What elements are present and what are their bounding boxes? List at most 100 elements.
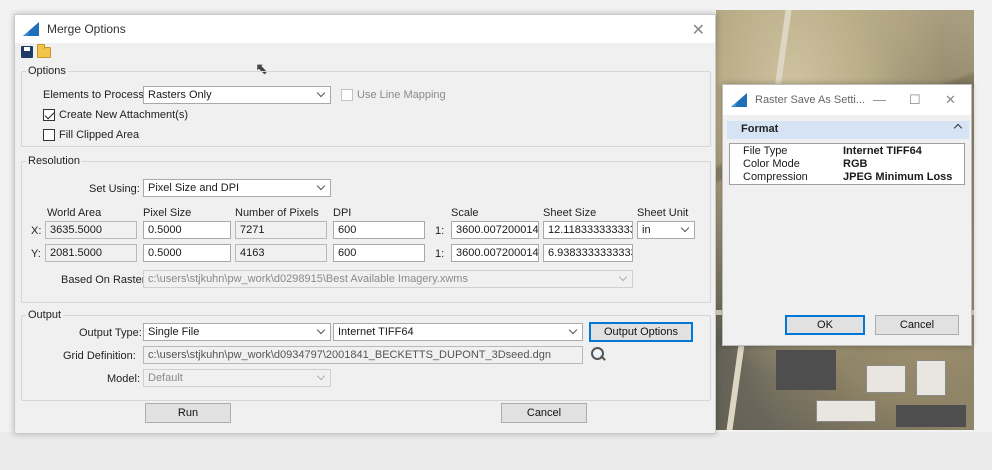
maximize-icon[interactable]: ☐ — [909, 92, 921, 108]
chevron-down-icon — [570, 327, 578, 335]
use-line-mapping-label: Use Line Mapping — [357, 89, 446, 101]
close-icon[interactable]: ✕ — [945, 92, 956, 108]
use-line-mapping-checkbox[interactable] — [341, 89, 353, 101]
create-new-attachment-label: Create New Attachment(s) — [59, 109, 188, 121]
y-axis-label: Y: — [31, 248, 41, 260]
create-new-attachment-checkbox[interactable] — [43, 109, 55, 121]
output-format-select[interactable]: Internet TIFF64 — [333, 323, 583, 341]
parking-lot — [776, 350, 836, 390]
sheet-unit-header: Sheet Unit — [637, 207, 689, 219]
building — [916, 360, 946, 396]
dialog-title: Raster Save As Setti... — [755, 94, 866, 106]
format-section-header[interactable]: Format — [727, 121, 969, 139]
model-select[interactable]: Default — [143, 369, 331, 387]
search-icon[interactable] — [591, 347, 605, 361]
based-on-raster-select[interactable]: c:\users\stjkuhn\pw_work\d0298915\Best A… — [143, 270, 633, 288]
app-logo-icon — [731, 93, 747, 107]
dpi-header: DPI — [333, 207, 352, 219]
desktop-edge — [974, 0, 992, 470]
property-row[interactable]: Color Mode RGB — [729, 158, 965, 170]
resolution-legend: Resolution — [28, 155, 80, 167]
app-logo-icon — [23, 22, 39, 36]
sheet-unit-select[interactable]: in — [637, 221, 695, 239]
pixel-size-x-field[interactable]: 0.5000 — [143, 221, 231, 239]
chevron-down-icon — [682, 225, 690, 233]
title-bar: Merge Options ✕ — [15, 15, 715, 43]
dialog-title: Merge Options — [47, 22, 126, 36]
property-value: RGB — [843, 158, 868, 170]
output-type-select[interactable]: Single File — [143, 323, 331, 341]
fill-clipped-area-label: Fill Clipped Area — [59, 129, 140, 141]
property-key: File Type — [743, 145, 788, 157]
number-of-pixels-y-field[interactable]: 4163 — [235, 244, 327, 262]
scale-prefix-x: 1: — [435, 225, 445, 237]
raster-save-as-settings-dialog: Raster Save As Setti... — ☐ ✕ Format Fil… — [722, 84, 972, 346]
scale-header: Scale — [451, 207, 479, 219]
building — [816, 400, 876, 422]
set-using-value: Pixel Size and DPI — [148, 182, 240, 194]
chevron-down-icon — [620, 274, 628, 282]
dpi-x-field[interactable]: 600 — [333, 221, 425, 239]
chevron-down-icon — [318, 183, 326, 191]
chevron-down-icon — [318, 327, 326, 335]
scale-x-field[interactable]: 3600.0072000144 — [451, 221, 539, 239]
model-value: Default — [148, 372, 183, 384]
based-on-raster-label: Based On Raster: — [61, 274, 149, 286]
output-legend: Output — [28, 309, 62, 321]
x-axis-label: X: — [31, 225, 42, 237]
number-of-pixels-x-field[interactable]: 7271 — [235, 221, 327, 239]
property-row[interactable]: File Type Internet TIFF64 — [729, 145, 965, 157]
elements-to-process-select[interactable]: Rasters Only — [143, 86, 331, 104]
open-folder-icon[interactable] — [37, 43, 51, 58]
dpi-y-field[interactable]: 600 — [333, 244, 425, 262]
sheet-size-y-field[interactable]: 6.93833333333333 — [543, 244, 633, 262]
ok-button[interactable]: OK — [785, 315, 865, 335]
merge-options-dialog: Merge Options ✕ ⬉ Options Elements to Pr… — [14, 14, 716, 434]
toolbar — [15, 43, 715, 61]
world-area-y-field[interactable]: 2081.5000 — [45, 244, 137, 262]
minimize-icon[interactable]: — — [873, 92, 886, 107]
output-format-value: Internet TIFF64 — [338, 326, 414, 338]
property-row[interactable]: Compression JPEG Minimum Loss — [729, 171, 965, 183]
chevron-down-icon — [318, 373, 326, 381]
fill-clipped-area-checkbox[interactable] — [43, 129, 55, 141]
set-using-select[interactable]: Pixel Size and DPI — [143, 179, 331, 197]
title-bar: Raster Save As Setti... — ☐ ✕ — [723, 85, 971, 115]
property-key: Compression — [743, 171, 808, 183]
world-area-x-field[interactable]: 3635.5000 — [45, 221, 137, 239]
property-value: JPEG Minimum Loss — [843, 171, 953, 183]
property-value: Internet TIFF64 — [843, 145, 922, 157]
output-type-label: Output Type: — [79, 327, 142, 339]
sheet-size-header: Sheet Size — [543, 207, 597, 219]
output-type-value: Single File — [148, 326, 200, 338]
scale-prefix-y: 1: — [435, 248, 445, 260]
set-using-label: Set Using: — [89, 183, 140, 195]
pixel-size-y-field[interactable]: 0.5000 — [143, 244, 231, 262]
save-icon[interactable] — [21, 46, 33, 58]
run-button[interactable]: Run — [145, 403, 231, 423]
elements-to-process-value: Rasters Only — [148, 89, 212, 101]
property-key: Color Mode — [743, 158, 800, 170]
sheet-size-x-field[interactable]: 12.1183333333333 — [543, 221, 633, 239]
number-of-pixels-header: Number of Pixels — [235, 207, 319, 219]
parking-lot — [896, 405, 966, 427]
desktop-strip — [0, 432, 992, 470]
chevron-up-icon — [953, 123, 963, 133]
chevron-down-icon — [318, 90, 326, 98]
model-label: Model: — [107, 373, 141, 385]
options-legend: Options — [28, 65, 66, 77]
cancel-button[interactable]: Cancel — [875, 315, 959, 335]
close-icon[interactable]: ✕ — [692, 20, 705, 40]
scale-y-field[interactable]: 3600.0072000144 — [451, 244, 539, 262]
grid-definition-field[interactable]: c:\users\stjkuhn\pw_work\d0934797\200184… — [143, 346, 583, 364]
elements-to-process-label: Elements to Process: — [43, 89, 147, 101]
building — [866, 365, 906, 393]
pixel-size-header: Pixel Size — [143, 207, 192, 219]
world-area-header: World Area — [47, 207, 102, 219]
based-on-raster-value: c:\users\stjkuhn\pw_work\d0298915\Best A… — [148, 273, 468, 285]
format-section-label: Format — [741, 123, 779, 135]
sheet-unit-value: in — [642, 224, 651, 236]
cancel-button[interactable]: Cancel — [501, 403, 587, 423]
grid-definition-label: Grid Definition: — [63, 350, 136, 362]
output-options-button[interactable]: Output Options — [589, 322, 693, 342]
